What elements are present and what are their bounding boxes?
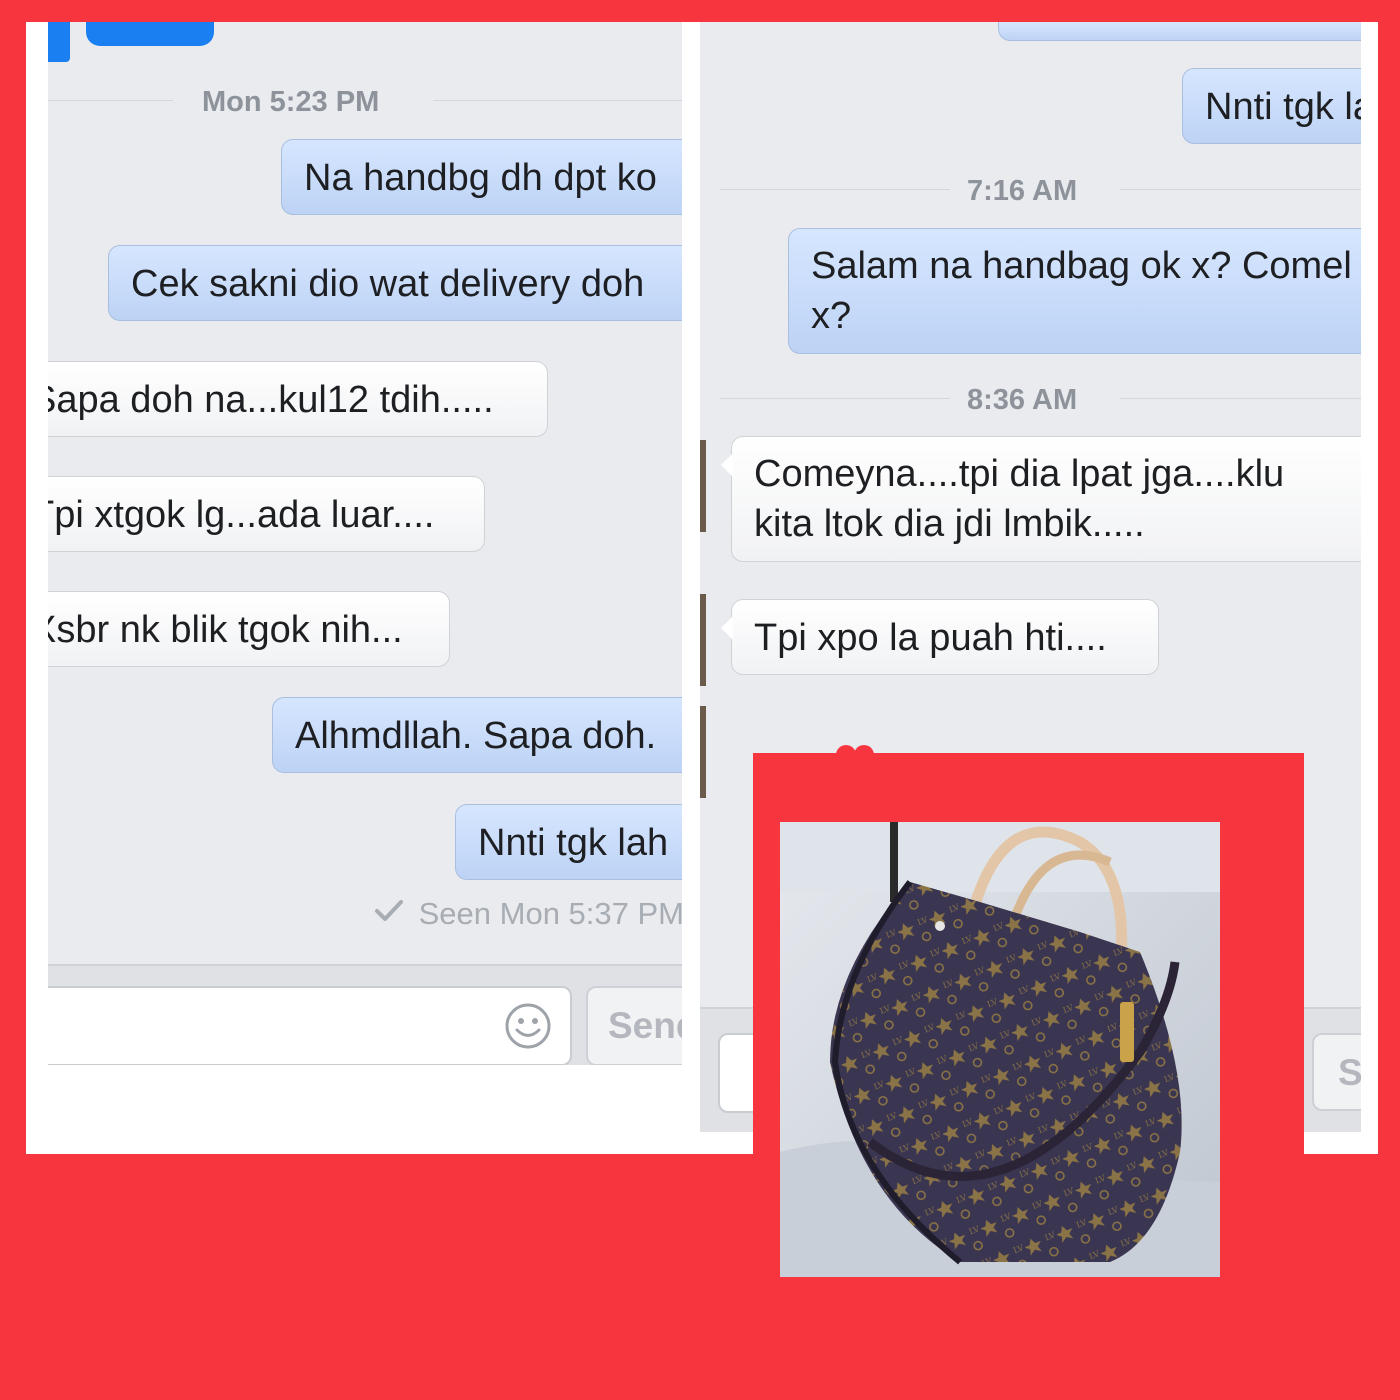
message-bubble-fragment <box>998 22 1361 41</box>
message-bubble-outgoing[interactable]: Alhmdllah. Sapa doh. <box>272 697 682 773</box>
checkmark-icon <box>374 896 404 932</box>
message-composer: Send <box>48 964 682 1065</box>
message-bubble-outgoing[interactable]: Salam na handbag ok x? Comel x? <box>788 228 1361 354</box>
message-bubble-outgoing[interactable]: Na handbg dh dpt ko <box>281 139 682 215</box>
message-bubble-outgoing[interactable]: Cek sakni dio wat delivery doh <box>108 245 682 321</box>
avatar <box>700 440 706 532</box>
seen-status: Seen Mon 5:37 PM <box>374 896 682 932</box>
message-bubble-incoming[interactable]: Comeyna....tpi dia lpat jga....klu kita … <box>721 436 1361 562</box>
timestamp-label: 7:16 AM <box>967 175 1078 207</box>
timestamp-divider: 7:16 AM <box>700 175 1361 207</box>
avatar <box>700 594 706 686</box>
seen-label: Seen Mon 5:37 PM <box>418 896 682 931</box>
send-button[interactable]: Send <box>1312 1033 1361 1111</box>
handbag-photo[interactable]: LV <box>780 822 1220 1277</box>
message-bubble-incoming[interactable]: Xsbr nk blik tgok nih... <box>48 591 450 667</box>
outgoing-bubble-fragment <box>86 22 214 46</box>
chat-panel-left: Mon 5:23 PM Na handbg dh dpt ko Cek sakn… <box>48 22 682 1065</box>
timestamp-divider: Mon 5:23 PM <box>48 86 682 118</box>
outgoing-bubble-fragment <box>48 22 70 62</box>
message-bubble-incoming[interactable]: Tpi xtgok lg...ada luar.... <box>48 476 485 552</box>
timestamp-label: 8:36 AM <box>967 384 1078 416</box>
timestamp-divider: 8:36 AM <box>700 384 1361 416</box>
smiley-icon[interactable] <box>503 1001 553 1051</box>
message-bubble-incoming[interactable]: Sapa doh na...kul12 tdih..... <box>48 361 548 437</box>
avatar <box>700 706 706 798</box>
message-bubble-outgoing[interactable]: Nnti tgk lah <box>455 804 682 880</box>
message-bubble-outgoing[interactable]: Nnti tgk lah <box>1182 68 1361 144</box>
timestamp-label: Mon 5:23 PM <box>202 86 380 118</box>
heart-sticker <box>836 745 874 765</box>
send-button[interactable]: Send <box>586 986 682 1065</box>
message-input[interactable] <box>48 986 572 1065</box>
message-bubble-incoming[interactable]: Tpi xpo la puah hti.... <box>721 599 1159 675</box>
